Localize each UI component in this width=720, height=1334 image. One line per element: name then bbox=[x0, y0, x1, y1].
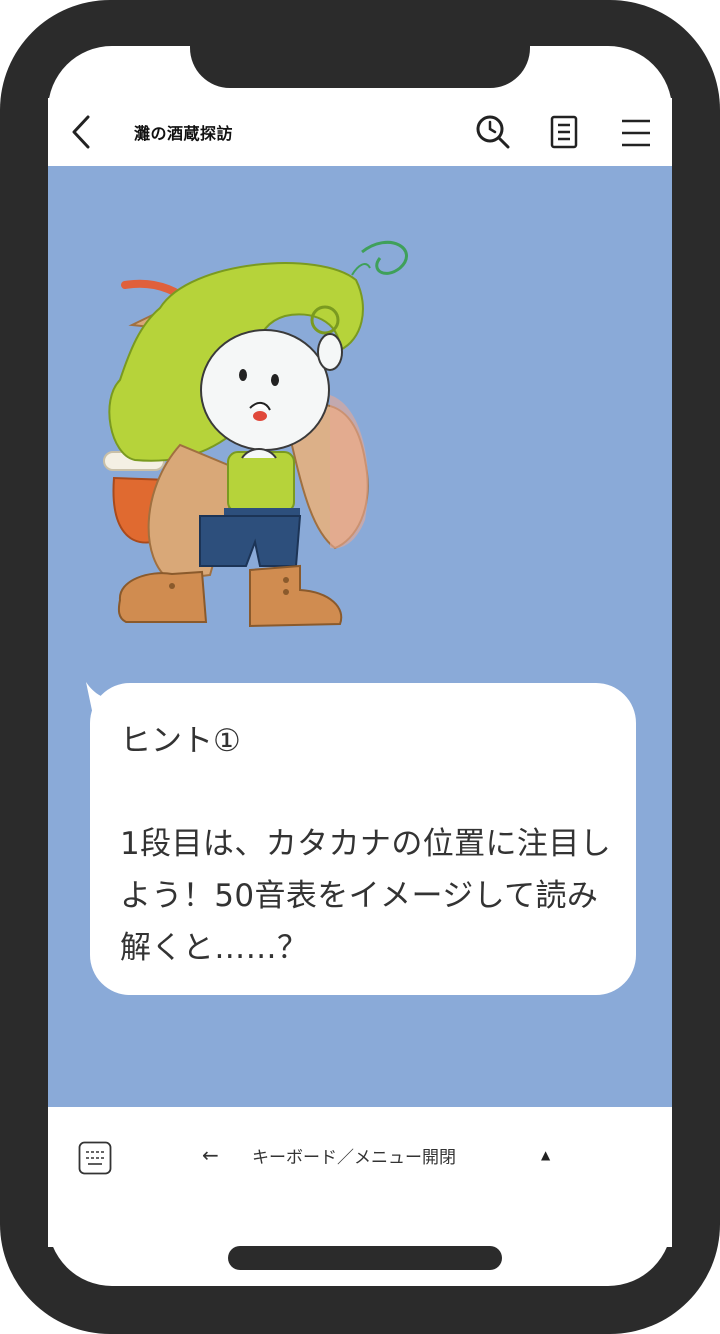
keyboard-icon[interactable] bbox=[78, 1141, 112, 1175]
back-arrow-icon[interactable] bbox=[68, 112, 96, 152]
search-history-icon[interactable] bbox=[473, 112, 513, 152]
character-sticker bbox=[103, 240, 408, 628]
message-line: 1段目は、カタカナの位置に注目し bbox=[120, 826, 612, 862]
phone-notch bbox=[190, 46, 530, 88]
menu-toggle-label[interactable]: キーボード／メニュー開閉 bbox=[252, 1143, 456, 1168]
rich-menu-toggle-bar bbox=[48, 1107, 672, 1247]
menu-icon[interactable] bbox=[616, 112, 656, 152]
left-arrow-icon: ← bbox=[202, 1143, 219, 1167]
note-icon[interactable] bbox=[544, 112, 584, 152]
chat-title: 灘の酒蔵探訪 bbox=[134, 124, 234, 143]
message-title: ヒント① bbox=[120, 723, 241, 759]
chat-header: 灘の酒蔵探訪 bbox=[48, 98, 672, 166]
caret-up-icon[interactable]: ▲ bbox=[541, 1148, 550, 1162]
message-line: 解くと……？ bbox=[120, 930, 309, 966]
message-line: よう！50音表をイメージして読み bbox=[120, 878, 599, 914]
home-indicator bbox=[228, 1246, 502, 1270]
